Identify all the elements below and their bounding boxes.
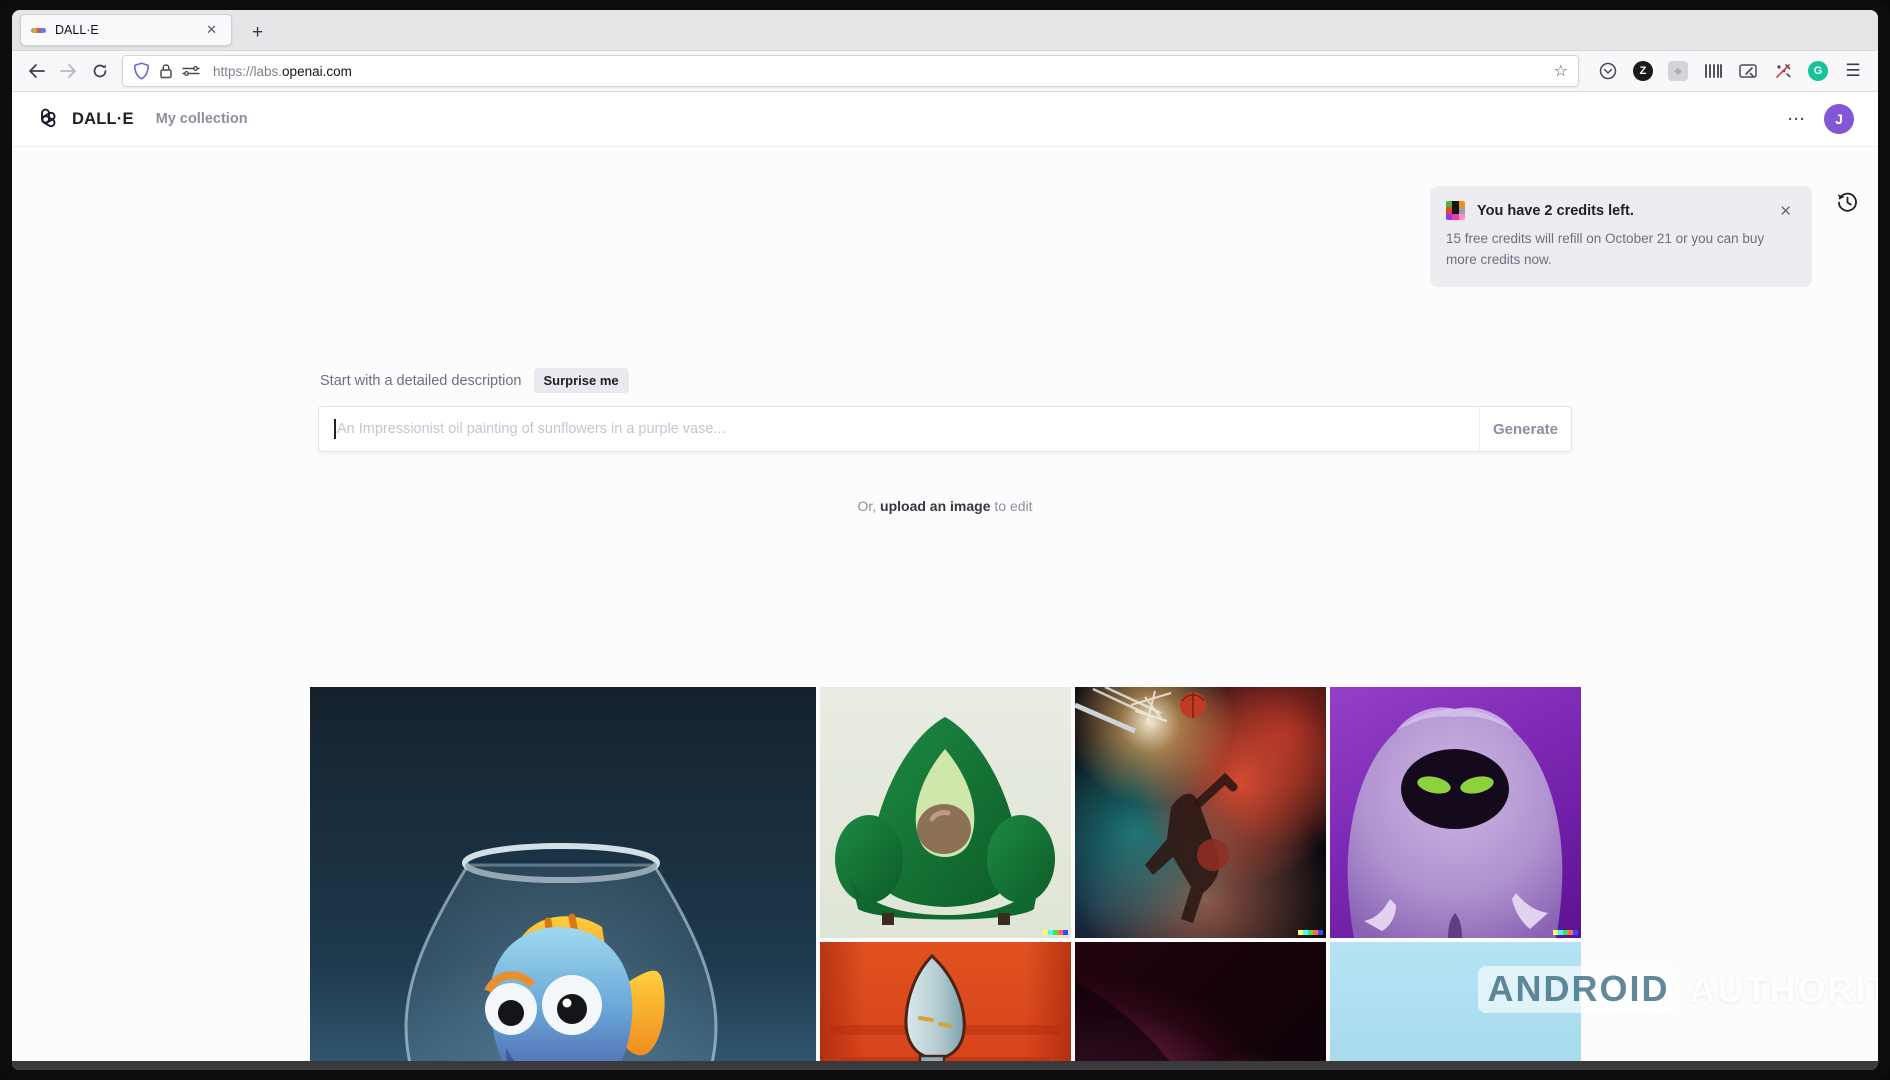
browser-window: DALL·E ✕ + https://labs.openai.com ☆ [12, 10, 1878, 1070]
forward-button[interactable] [52, 56, 84, 86]
gallery-image-fishbowl[interactable] [310, 687, 816, 1070]
android-authority-watermark: ANDROID AUTHORITY [1478, 966, 1879, 1013]
menu-icon[interactable]: ☰ [1840, 58, 1866, 84]
close-icon[interactable]: ✕ [1777, 202, 1794, 220]
prompt-bar: Generate [318, 406, 1572, 452]
tab-bar: DALL·E ✕ + [12, 10, 1878, 50]
permissions-icon[interactable] [182, 65, 200, 77]
credits-title: You have 2 credits left. [1477, 203, 1769, 219]
watermark-android: ANDROID [1478, 966, 1680, 1013]
nav-my-collection[interactable]: My collection [156, 111, 248, 127]
gallery-image-dark-landscape[interactable] [1075, 942, 1326, 1070]
screenshot-edit-icon[interactable] [1735, 58, 1761, 84]
tab-dalle[interactable]: DALL·E ✕ [20, 14, 232, 46]
extension-z-icon[interactable]: Z [1630, 58, 1656, 84]
bottom-bezel-strip [12, 1061, 1878, 1070]
tab-title: DALL·E [55, 23, 202, 37]
containers-icon[interactable] [1700, 58, 1726, 84]
overflow-menu-icon[interactable]: ··· [1788, 111, 1806, 128]
gallery-image-robot[interactable] [820, 942, 1071, 1070]
prompt-section: Start with a detailed description Surpri… [318, 368, 1572, 514]
dalle-signature-icon [1298, 930, 1323, 935]
back-button[interactable] [20, 56, 52, 86]
reload-button[interactable] [84, 56, 116, 86]
url-scheme-subdomain: https://labs. [213, 64, 282, 79]
upload-suffix: to edit [994, 498, 1032, 514]
bookmark-star-icon[interactable]: ☆ [1554, 61, 1568, 81]
upload-line: Or, upload an image to edit [318, 498, 1572, 514]
tab-close-icon[interactable]: ✕ [202, 20, 221, 40]
navigation-toolbar: https://labs.openai.com ☆ Z ◆ G ☰ [12, 50, 1878, 92]
site-header: DALL·E My collection ··· J [12, 92, 1878, 147]
lock-icon[interactable] [159, 63, 173, 79]
openai-logo-icon [32, 106, 59, 133]
brand-title: DALL·E [72, 110, 134, 129]
watermark-authority: AUTHORITY [1690, 969, 1879, 1011]
grammarly-icon[interactable]: G [1805, 58, 1831, 84]
dalle-signature-icon [1043, 930, 1068, 935]
toolbar-extensions: Z ◆ G ☰ [1585, 58, 1870, 84]
text-caret [334, 419, 336, 439]
example-gallery: ANDROID AUTHORITY [310, 687, 1581, 1070]
credits-notification: You have 2 credits left. ✕ 15 free credi… [1430, 186, 1812, 287]
avatar[interactable]: J [1824, 104, 1854, 134]
extension-disabled-icon[interactable]: ◆ [1665, 58, 1691, 84]
gallery-image-basketball[interactable] [1075, 687, 1326, 938]
url-bar[interactable]: https://labs.openai.com ☆ [122, 55, 1579, 87]
new-tab-button[interactable]: + [244, 22, 271, 44]
upload-prefix: Or, [857, 498, 876, 514]
pocket-icon[interactable] [1595, 58, 1621, 84]
credits-icon [1446, 201, 1465, 220]
url-text[interactable]: https://labs.openai.com [213, 64, 1554, 79]
prompt-label: Start with a detailed description [320, 373, 522, 389]
dalle-favicon-icon [31, 28, 46, 33]
dalle-signature-icon [1553, 930, 1578, 935]
page-content: You have 2 credits left. ✕ 15 free credi… [12, 147, 1878, 1070]
url-domain: openai.com [282, 64, 352, 79]
gallery-image-monster[interactable] [1330, 687, 1581, 938]
history-icon[interactable] [1833, 188, 1861, 216]
credits-body: 15 free credits will refill on October 2… [1446, 229, 1794, 271]
gallery-image-avocado-chair[interactable] [820, 687, 1071, 938]
surprise-me-button[interactable]: Surprise me [534, 368, 629, 393]
generate-button[interactable]: Generate [1479, 407, 1571, 451]
blocked-extension-icon[interactable] [1770, 58, 1796, 84]
upload-image-link[interactable]: upload an image [880, 498, 990, 514]
tracking-protection-shield-icon[interactable] [133, 62, 150, 80]
prompt-input[interactable] [319, 407, 1479, 451]
